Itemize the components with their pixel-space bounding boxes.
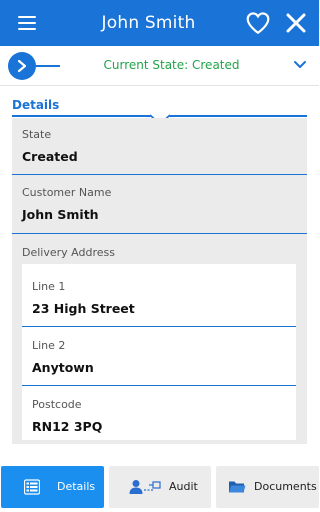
state-connector-line: [36, 65, 60, 67]
address-postcode-field: Postcode RN12 3PQ: [22, 387, 296, 440]
hamburger-menu-icon[interactable]: [15, 12, 41, 34]
close-icon[interactable]: [285, 12, 307, 34]
state-step-button[interactable]: [8, 52, 36, 80]
field-label: Postcode: [32, 398, 82, 411]
address-line1-field: Line 1 23 High Street: [22, 264, 296, 327]
page-title: John Smith: [101, 13, 196, 33]
customer-name-field: Customer Name John Smith: [12, 176, 307, 234]
tab-label: Details: [57, 480, 96, 493]
details-list-icon: [24, 479, 40, 495]
delivery-address-card: Line 1 23 High Street Line 2 Anytown Pos…: [22, 264, 296, 440]
current-state-label: Current State: Created: [103, 58, 240, 72]
chevron-right-icon: [17, 59, 27, 73]
details-panel: State Created Customer Name John Smith D…: [12, 118, 307, 444]
folder-icon: [229, 481, 246, 493]
field-value: John Smith: [22, 207, 99, 222]
field-label: Line 2: [32, 339, 66, 352]
field-value: RN12 3PQ: [32, 419, 103, 434]
audit-user-icon: [129, 480, 161, 494]
state-bar: Current State: Created: [0, 46, 319, 86]
state-field: State Created: [12, 118, 307, 175]
field-label: Customer Name: [22, 186, 112, 199]
field-value: Anytown: [32, 360, 94, 375]
tab-audit[interactable]: Audit: [109, 466, 211, 508]
field-label: Line 1: [32, 280, 66, 293]
chevron-down-icon[interactable]: [293, 60, 307, 70]
heart-outline-icon[interactable]: [245, 10, 271, 36]
app-bar: John Smith: [0, 0, 319, 46]
delivery-address-label: Delivery Address: [22, 246, 115, 259]
field-value: 23 High Street: [32, 301, 135, 316]
tab-label: Audit: [169, 480, 198, 493]
tab-documents[interactable]: Documents: [216, 466, 319, 508]
details-section-title: Details: [12, 98, 60, 112]
address-line2-field: Line 2 Anytown: [22, 328, 296, 386]
field-label: State: [22, 128, 52, 141]
bottom-tab-bar: Details Audit Documents: [0, 464, 319, 512]
tab-label: Documents: [254, 480, 317, 493]
field-value: Created: [22, 149, 78, 164]
tab-details[interactable]: Details: [1, 466, 104, 508]
